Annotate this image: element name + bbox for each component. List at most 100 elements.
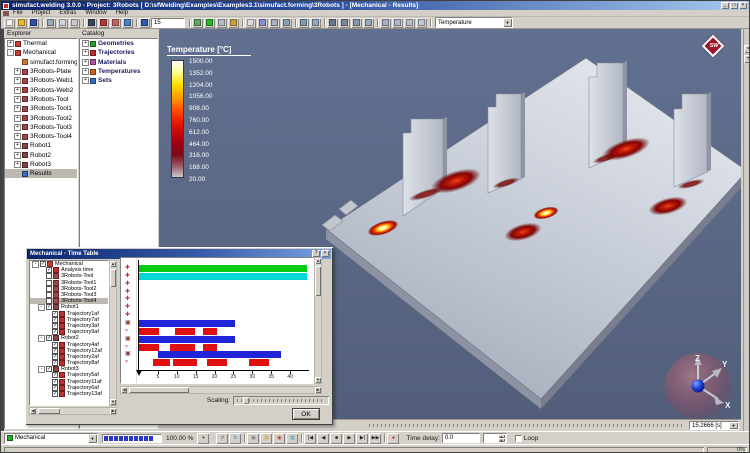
- tree-expander-icon[interactable]: +: [7, 40, 14, 47]
- snapshot-icon-button[interactable]: [45, 18, 56, 28]
- link-icon-button[interactable]: [281, 18, 292, 28]
- mesh-icon-button[interactable]: [216, 18, 227, 28]
- gantt-bar-robot2[interactable]: [139, 336, 235, 343]
- step-field[interactable]: 15: [151, 18, 185, 28]
- chart-hscrollbar[interactable]: ◀ ▶: [120, 386, 322, 394]
- tree-item-mechanical[interactable]: -Mechanical: [5, 48, 77, 57]
- tree-expander-icon[interactable]: +: [14, 77, 21, 84]
- tree-item-materials[interactable]: +Materials: [80, 58, 157, 67]
- gantt-bar-analysis-range[interactable]: [139, 273, 307, 280]
- item-checkbox[interactable]: [46, 298, 52, 304]
- tree-expander-icon[interactable]: +: [14, 87, 21, 94]
- tree-item-3robots-tool[interactable]: +3Robots-Tool: [5, 95, 77, 104]
- add-process-icon-button[interactable]: [245, 18, 256, 28]
- record-button[interactable]: ●: [387, 433, 399, 444]
- tree-item-simufact-forming[interactable]: simufact.forming: [5, 58, 77, 67]
- gantt-bar-robot3-trajectories[interactable]: [249, 359, 269, 366]
- tree-expander-icon[interactable]: +: [82, 49, 89, 56]
- tree-expander-icon[interactable]: +: [14, 68, 21, 75]
- tree-expander-icon[interactable]: +: [14, 152, 21, 159]
- item-checkbox[interactable]: ✓: [52, 317, 58, 323]
- record-setup-button[interactable]: ◉: [273, 433, 285, 444]
- maximize-button[interactable]: □: [730, 2, 738, 9]
- process-mode-combo[interactable]: Mechanical ▼: [4, 433, 98, 444]
- item-checkbox[interactable]: ✓: [52, 391, 58, 397]
- gantt-bar-robot3[interactable]: [158, 351, 281, 358]
- tree-expander-icon[interactable]: +: [14, 96, 21, 103]
- tree-expander-icon[interactable]: -: [7, 49, 14, 56]
- item-checkbox[interactable]: ✓: [52, 385, 58, 391]
- skip-end-button[interactable]: ▶▶: [369, 433, 381, 444]
- pointer-icon-button[interactable]: [86, 18, 97, 28]
- tree-item-temperatures[interactable]: +Temperatures: [80, 67, 157, 76]
- item-checkbox[interactable]: ✓: [52, 354, 58, 360]
- menu-item[interactable]: File: [13, 10, 23, 16]
- minimize-button[interactable]: _: [721, 2, 729, 9]
- refresh-button[interactable]: ↻: [229, 433, 241, 444]
- tree-item-trajectory13af[interactable]: ✓Trajectory13af: [30, 391, 108, 397]
- tree-hscrollbar[interactable]: ◀ ▶: [29, 407, 117, 415]
- open-icon-button[interactable]: [16, 18, 27, 28]
- scaling-slider-thumb[interactable]: [243, 397, 249, 404]
- item-checkbox[interactable]: ✓: [46, 366, 52, 372]
- history-chart-button[interactable]: ▥: [286, 433, 298, 444]
- front-view-icon-button[interactable]: [380, 18, 391, 28]
- tree-item-robot3[interactable]: +Robot3: [5, 160, 77, 169]
- gantt-bar-robot2-trajectories[interactable]: [139, 344, 159, 351]
- gantt-bar-robot3-trajectories[interactable]: [173, 359, 198, 366]
- item-checkbox[interactable]: [46, 286, 52, 292]
- tree-item-3robots-tool3[interactable]: +3Robots-Tool3: [5, 123, 77, 132]
- gantt-bar-robot1[interactable]: [139, 320, 235, 327]
- fit-view-icon-button[interactable]: [351, 18, 362, 28]
- ruler-icon-button[interactable]: [98, 18, 109, 28]
- tree-expander-icon[interactable]: +: [14, 115, 21, 122]
- tree-item-3robots-web2[interactable]: +3Robots-Web2: [5, 85, 77, 94]
- magnet-icon-button[interactable]: [110, 18, 121, 28]
- item-checkbox[interactable]: ✓: [40, 261, 46, 267]
- item-checkbox[interactable]: ✓: [52, 372, 58, 378]
- globe-icon-button[interactable]: [139, 18, 150, 28]
- item-checkbox[interactable]: ✓: [52, 342, 58, 348]
- help-button[interactable]: ?: [312, 250, 320, 257]
- gantt-bar-robot3-trajectories[interactable]: [153, 359, 171, 366]
- menu-item[interactable]: Extras: [59, 10, 76, 16]
- zoom-step-button[interactable]: +: [197, 433, 209, 444]
- tree-expander-icon[interactable]: +: [82, 68, 89, 75]
- time-table-close-button[interactable]: ×: [321, 250, 329, 257]
- zoom-in-icon-button[interactable]: [298, 18, 309, 28]
- tree-vscrollbar[interactable]: ▲ ▼: [109, 260, 117, 406]
- gantt-bar-analysis-time[interactable]: [139, 265, 307, 272]
- chevron-down-icon[interactable]: ▼: [88, 434, 97, 443]
- tree-item-3robots-web1[interactable]: +3Robots-Web1: [5, 76, 77, 85]
- new-icon-button[interactable]: [4, 18, 15, 28]
- gantt-bar-robot1-trajectories[interactable]: [203, 328, 217, 335]
- stop-button[interactable]: ■: [330, 433, 342, 444]
- tree-expander-icon[interactable]: +: [82, 77, 89, 84]
- item-checkbox[interactable]: [46, 273, 52, 279]
- step-back-button[interactable]: ◀: [317, 433, 329, 444]
- gantt-bar-robot1-trajectories[interactable]: [139, 328, 159, 335]
- skip-start-button[interactable]: |◀: [304, 433, 316, 444]
- item-checkbox[interactable]: ✓: [52, 360, 58, 366]
- frame-slider[interactable]: [369, 424, 685, 427]
- tree-expander-icon[interactable]: +: [82, 59, 89, 66]
- tree-item-trajectories[interactable]: +Trajectories: [80, 48, 157, 57]
- save-icon-button[interactable]: [28, 18, 39, 28]
- iso-view-icon-button[interactable]: [363, 18, 374, 28]
- item-checkbox[interactable]: ✓: [46, 304, 52, 310]
- panel-expand-button[interactable]: ◂: [744, 45, 750, 53]
- zoom-out-icon-button[interactable]: [310, 18, 321, 28]
- tree-expander-icon[interactable]: +: [14, 105, 21, 112]
- tree-item-robot1[interactable]: +Robot1: [5, 141, 77, 150]
- tree-item-3robots-tool1[interactable]: +3Robots-Tool1: [5, 104, 77, 113]
- tree-item-3robots-tool2[interactable]: +3Robots-Tool2: [5, 113, 77, 122]
- probe-icon-button[interactable]: [122, 18, 133, 28]
- pan-view-icon-button[interactable]: [339, 18, 350, 28]
- ok-button[interactable]: OK: [292, 408, 320, 420]
- import-icon-button[interactable]: [192, 18, 203, 28]
- chart-vscrollbar[interactable]: ▲ ▼: [314, 257, 322, 384]
- item-checkbox[interactable]: ✓: [52, 348, 58, 354]
- gantt-bar-robot2-trajectories[interactable]: [203, 344, 217, 351]
- item-checkbox[interactable]: ✓: [52, 379, 58, 385]
- gantt-bar-robot1-trajectories[interactable]: [175, 328, 195, 335]
